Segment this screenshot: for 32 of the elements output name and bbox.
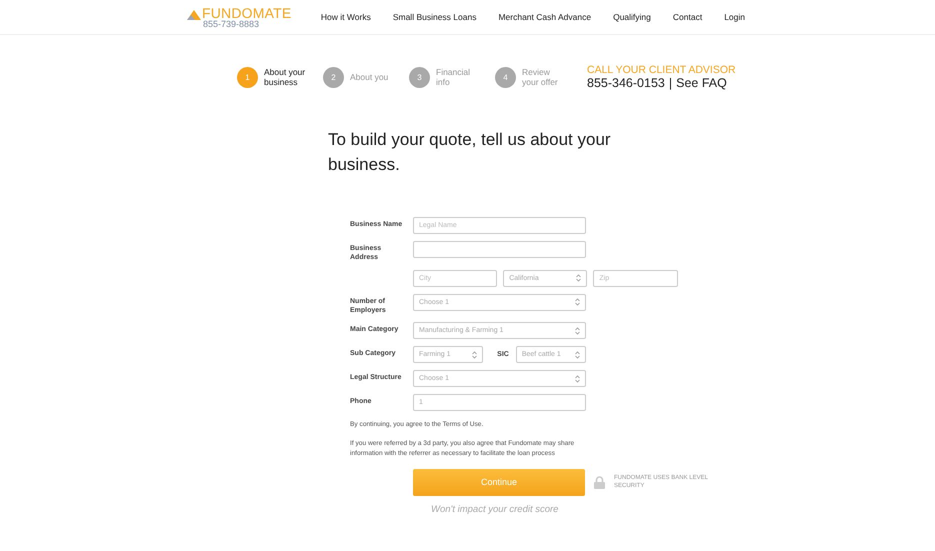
sort-arrows-icon (575, 374, 580, 383)
credit-note: Won't impact your credit score (431, 504, 560, 515)
step-number: 1 (237, 66, 258, 88)
step-number: 3 (409, 66, 430, 88)
sort-arrows-icon (575, 350, 580, 359)
sort-arrows-icon (472, 350, 478, 359)
step-number: 2 (323, 66, 344, 88)
sort-arrows-icon (576, 274, 582, 282)
step-label: About you (350, 72, 390, 82)
advisor-title: CALL YOUR CLIENT ADVISOR (587, 64, 736, 76)
sort-arrows-icon (575, 298, 580, 306)
phone-number: 855-739-8883 (203, 20, 260, 28)
separator: | (668, 76, 672, 90)
input-field[interactable] (413, 241, 586, 258)
logo[interactable]: FUNDOMATE (202, 6, 292, 20)
continue-button[interactable]: Continue (413, 468, 585, 496)
advisor-phone: 855-346-0153 (587, 76, 665, 90)
step-label: Review your offer (522, 66, 559, 88)
logo-icon (187, 10, 201, 20)
nav-link[interactable]: Login (724, 12, 745, 22)
page-heading: To build your quote, tell us about your business. (328, 129, 612, 176)
nav-link[interactable]: Contact (672, 12, 702, 22)
sort-arrows-icon (575, 326, 580, 335)
step-number: 4 (495, 66, 516, 88)
step-label: About your business (264, 66, 306, 88)
nav-link[interactable]: How it Works (320, 12, 371, 22)
faq-link[interactable]: See FAQ (676, 76, 727, 90)
step-label: Financial info (436, 66, 472, 88)
nav-link[interactable]: Small Business Loans (392, 12, 476, 22)
nav-link[interactable]: Merchant Cash Advance (498, 12, 592, 22)
nav-link[interactable]: Qualifying (613, 12, 651, 22)
lock-icon (594, 476, 605, 489)
